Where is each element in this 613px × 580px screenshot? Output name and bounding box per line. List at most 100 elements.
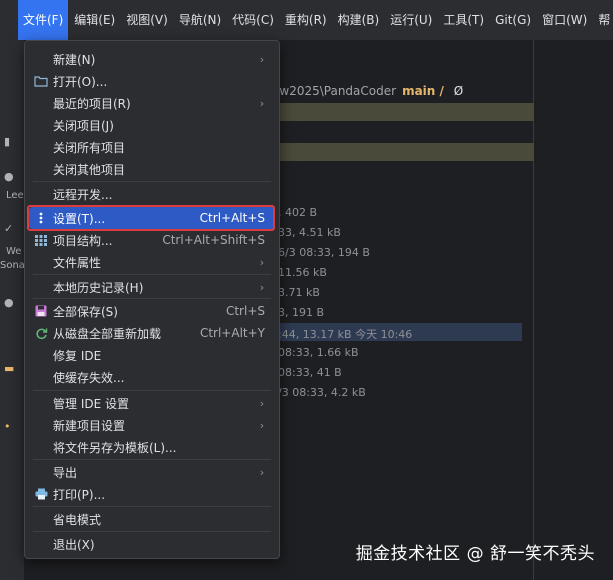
chevron-right-icon: › <box>259 418 265 432</box>
commit-icon[interactable]: ✓ <box>4 222 13 235</box>
chevron-right-icon: › <box>259 255 265 269</box>
menu-separator <box>33 390 271 391</box>
chevron-right-icon: › <box>259 52 265 66</box>
menu-item-power-save-mode[interactable]: 省电模式 <box>29 508 275 530</box>
menu-item-recent-projects[interactable]: 最近的项目(R) › <box>29 92 275 114</box>
menu-separator <box>33 459 271 460</box>
structure-icon[interactable]: ● <box>4 296 14 309</box>
menu-item-label: 导出 <box>53 465 78 480</box>
menu-item-print[interactable]: 打印(P)... <box>29 483 275 505</box>
strip-label-we[interactable]: We <box>6 246 21 257</box>
strip-label-sona[interactable]: Sona <box>0 260 25 271</box>
branch-state-icon: Ø <box>453 84 464 98</box>
menu-item-label: 设置(T)... <box>53 211 106 226</box>
menu-item-repair-ide[interactable]: 修复 IDE <box>29 344 275 366</box>
menu-item-new-project-settings[interactable]: 新建项目设置 › <box>29 414 275 436</box>
watermark: 掘金技术社区 @ 舒一笑不秃头 <box>355 544 595 564</box>
menu-bar: 文件(F) 编辑(E) 视图(V) 导航(N) 代码(C) 重构(R) 构建(B… <box>0 0 613 40</box>
menu-item-label: 新建项目设置 <box>53 418 126 433</box>
menu-item-label: 本地历史记录(H) <box>53 280 144 295</box>
menu-item-label: 打开(O)... <box>53 74 108 89</box>
highlight-bar <box>272 143 534 161</box>
project-path: ew2025\PandaCoder main / Ø <box>272 84 463 98</box>
menu-item-manage-ide-settings[interactable]: 管理 IDE 设置 › <box>29 392 275 414</box>
warning-icon[interactable]: ▬ <box>4 362 14 375</box>
file-menu-dropdown: 新建(N) › 打开(O)... 最近的项目(R) › 关闭项目(J) 关闭所有… <box>24 40 280 559</box>
menu-item-close-all-projects[interactable]: 关闭所有项目 <box>29 136 275 158</box>
menu-item-close-project[interactable]: 关闭项目(J) <box>29 114 275 136</box>
folder-icon <box>29 75 53 87</box>
menu-item-remote-development[interactable]: 远程开发... <box>29 183 275 205</box>
menu-git[interactable]: Git(G) <box>490 0 536 40</box>
bookmark-icon[interactable]: ● <box>4 170 14 183</box>
menu-separator <box>33 506 271 507</box>
menu-refactor[interactable]: 重构(R) <box>280 0 332 40</box>
file-info: /3 08:33, 4.2 kB <box>278 386 366 399</box>
menu-item-file-properties[interactable]: 文件属性 › <box>29 251 275 273</box>
menu-item-save-all[interactable]: 全部保存(S) Ctrl+S <box>29 300 275 322</box>
menu-item-invalidate-caches[interactable]: 使缓存失效... <box>29 366 275 388</box>
menu-item-label: 修复 IDE <box>53 348 102 363</box>
file-info: 08:33, 1.66 kB <box>278 346 359 359</box>
menu-item-new[interactable]: 新建(N) › <box>29 48 275 70</box>
menu-item-local-history[interactable]: 本地历史记录(H) › <box>29 276 275 298</box>
project-structure-icon <box>29 234 53 246</box>
menu-separator <box>33 531 271 532</box>
menu-item-label: 省电模式 <box>53 512 102 527</box>
menu-item-reload-all-from-disk[interactable]: 从磁盘全部重新加载 Ctrl+Alt+Y <box>29 322 275 344</box>
menu-edit[interactable]: 编辑(E) <box>69 0 120 40</box>
file-info: 6/3 08:33, 194 B <box>278 246 370 259</box>
file-info: :44, 13.17 kB 今天 10:46 <box>278 328 413 341</box>
menu-help[interactable]: 帮 <box>593 0 613 40</box>
menu-item-label: 从磁盘全部重新加载 <box>53 326 162 341</box>
menu-item-label: 关闭其他项目 <box>53 162 126 177</box>
menu-item-label: 项目结构... <box>53 233 113 248</box>
menu-item-close-other-projects[interactable]: 关闭其他项目 <box>29 158 275 180</box>
menu-item-shortcut: Ctrl+Alt+Y <box>199 326 265 340</box>
menu-item-label: 管理 IDE 设置 <box>53 396 129 411</box>
menu-view[interactable]: 视图(V) <box>121 0 173 40</box>
lightbulb-icon[interactable]: • <box>4 420 11 433</box>
menu-item-label: 全部保存(S) <box>53 304 118 319</box>
menu-item-export[interactable]: 导出 › <box>29 461 275 483</box>
menu-item-shortcut: Ctrl+Alt+S <box>199 211 265 225</box>
file-info: 3, 191 B <box>278 306 325 319</box>
menu-build[interactable]: 构建(B) <box>333 0 385 40</box>
menu-run[interactable]: 运行(U) <box>385 0 437 40</box>
file-info: 3.71 kB <box>278 286 320 299</box>
menu-item-label: 文件属性 <box>53 255 102 270</box>
menu-separator <box>33 205 271 206</box>
menu-item-exit[interactable]: 退出(X) <box>29 533 275 555</box>
path-text: ew2025\PandaCoder <box>272 84 397 98</box>
menu-file[interactable]: 文件(F) <box>18 0 69 40</box>
menu-item-label: 关闭所有项目 <box>53 140 126 155</box>
menu-code[interactable]: 代码(C) <box>227 0 279 40</box>
strip-label-lee[interactable]: Lee <box>6 190 24 201</box>
file-info: 33, 4.51 kB <box>278 226 341 239</box>
menu-item-label: 退出(X) <box>53 537 95 552</box>
branch-name[interactable]: main / <box>402 84 444 98</box>
menu-item-settings[interactable]: 设置(T)... Ctrl+Alt+S <box>29 207 275 229</box>
menu-item-label: 关闭项目(J) <box>53 118 114 133</box>
file-info: 11.56 kB <box>278 266 327 279</box>
menu-tools[interactable]: 工具(T) <box>438 0 489 40</box>
chevron-right-icon: › <box>259 396 265 410</box>
menu-separator <box>33 181 271 182</box>
reload-icon <box>29 327 53 340</box>
menu-item-save-as-template[interactable]: 将文件另存为模板(L)... <box>29 436 275 458</box>
menu-separator <box>33 274 271 275</box>
tool-window-strip: ▮ ● Lee ✓ We Sona ● ▬ • <box>0 40 25 580</box>
chevron-right-icon: › <box>259 280 265 294</box>
menu-navigate[interactable]: 导航(N) <box>174 0 226 40</box>
chevron-right-icon: › <box>259 96 265 110</box>
menu-item-project-structure[interactable]: 项目结构... Ctrl+Alt+Shift+S <box>29 229 275 251</box>
file-info: , 402 B <box>278 206 318 219</box>
menu-item-label: 最近的项目(R) <box>53 96 131 111</box>
highlight-bar <box>272 103 534 121</box>
project-icon[interactable]: ▮ <box>4 135 10 148</box>
menu-item-open[interactable]: 打开(O)... <box>29 70 275 92</box>
editor-divider <box>533 40 534 580</box>
menu-separator <box>33 298 271 299</box>
menu-window[interactable]: 窗口(W) <box>537 0 592 40</box>
menu-item-label: 新建(N) <box>53 52 96 67</box>
